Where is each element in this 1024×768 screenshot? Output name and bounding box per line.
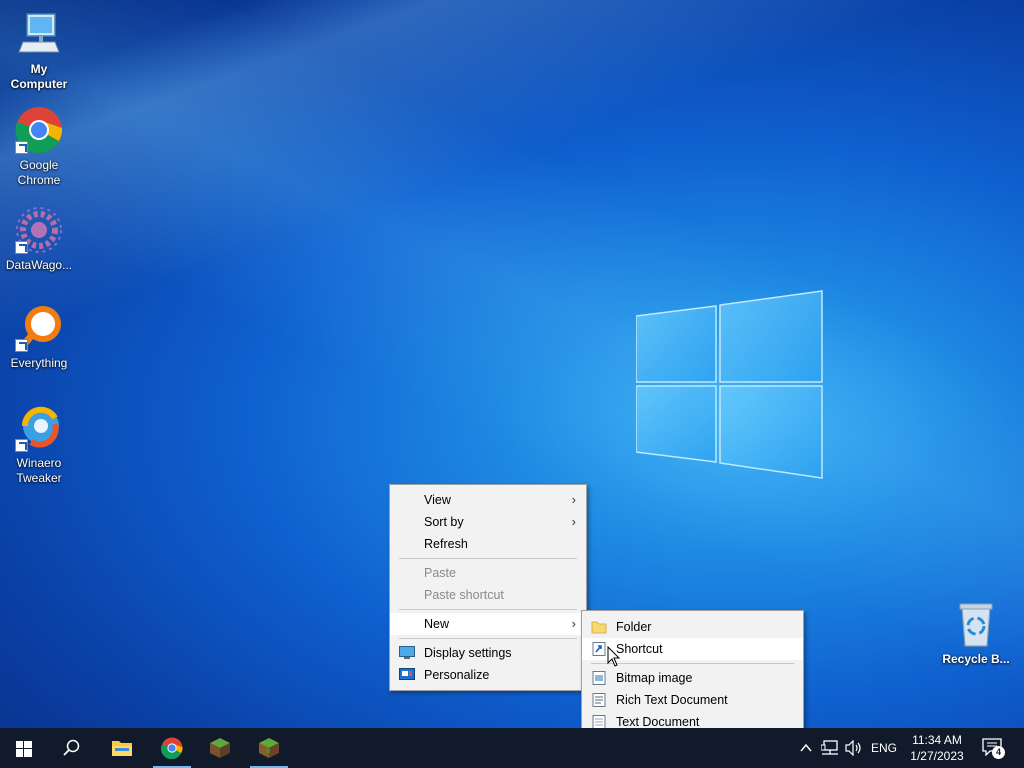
rich-text-file-icon bbox=[592, 693, 606, 707]
submenu-item-folder[interactable]: Folder bbox=[582, 616, 803, 638]
start-button[interactable] bbox=[0, 728, 48, 768]
menu-item-sort-by[interactable]: Sort by › bbox=[390, 511, 586, 533]
text-file-icon bbox=[592, 715, 606, 729]
display-icon bbox=[399, 646, 415, 659]
chevron-right-icon: › bbox=[571, 616, 576, 631]
taskbar-chrome[interactable] bbox=[149, 728, 195, 768]
menu-divider bbox=[399, 558, 577, 559]
clock[interactable]: 11:34 AM 1/27/2023 bbox=[904, 732, 970, 764]
menu-item-personalize[interactable]: Personalize bbox=[390, 664, 586, 686]
computer-icon bbox=[15, 10, 63, 58]
new-submenu: Folder Shortcut Bitmap image Rich Text D… bbox=[581, 610, 804, 738]
shortcut-arrow-icon bbox=[15, 241, 28, 254]
desktop-icon-google-chrome[interactable]: Google Chrome bbox=[1, 106, 77, 188]
language-indicator[interactable]: ENG bbox=[871, 741, 897, 755]
desktop-icon-datawagon[interactable]: DataWago... bbox=[1, 206, 77, 273]
menu-divider bbox=[591, 663, 794, 664]
shortcut-arrow-icon bbox=[15, 141, 28, 154]
taskbar-minecraft-2[interactable] bbox=[246, 728, 292, 768]
folder-icon bbox=[591, 621, 607, 634]
menu-divider bbox=[399, 638, 577, 639]
desktop-icon-recycle-bin[interactable]: Recycle B... bbox=[936, 600, 1016, 667]
windows-logo-wallpaper bbox=[636, 290, 823, 479]
search-icon bbox=[63, 739, 80, 756]
file-explorer-icon bbox=[112, 741, 132, 756]
submenu-item-bitmap-image[interactable]: Bitmap image bbox=[582, 667, 803, 689]
action-center-button[interactable]: 4 bbox=[982, 738, 1006, 760]
taskbar-minecraft-1[interactable] bbox=[197, 728, 243, 768]
search-button[interactable] bbox=[48, 728, 96, 768]
menu-item-display-settings[interactable]: Display settings bbox=[390, 642, 586, 664]
everything-search-icon bbox=[15, 304, 63, 352]
grass-block-icon bbox=[259, 738, 279, 758]
menu-divider bbox=[399, 609, 577, 610]
desktop-icon-winaero-tweaker[interactable]: Winaero Tweaker bbox=[1, 404, 77, 486]
shortcut-arrow-icon bbox=[15, 339, 28, 352]
volume-icon[interactable] bbox=[845, 740, 863, 756]
taskbar-file-explorer[interactable] bbox=[99, 728, 145, 768]
shortcut-arrow-icon bbox=[15, 439, 28, 452]
chrome-icon bbox=[161, 737, 183, 759]
desktop-icon-everything[interactable]: Everything bbox=[1, 304, 77, 371]
desktop-context-menu: View › Sort by › Refresh Paste Paste sho… bbox=[389, 484, 587, 691]
chevron-right-icon: › bbox=[571, 492, 576, 507]
mouse-cursor-icon bbox=[607, 646, 621, 667]
submenu-item-rich-text-document[interactable]: Rich Text Document bbox=[582, 689, 803, 711]
chrome-icon bbox=[15, 106, 63, 154]
clock-date: 1/27/2023 bbox=[910, 749, 964, 763]
menu-item-paste: Paste bbox=[424, 566, 456, 580]
clock-time: 11:34 AM bbox=[912, 733, 962, 747]
desktop-icon-my-computer[interactable]: My Computer bbox=[1, 10, 77, 92]
network-icon[interactable] bbox=[821, 740, 839, 756]
taskbar: ENG 11:34 AM 1/27/2023 4 bbox=[0, 728, 1024, 768]
grass-block-icon bbox=[210, 738, 230, 758]
menu-item-refresh[interactable]: Refresh bbox=[390, 533, 586, 555]
winaero-tweaker-icon bbox=[15, 404, 63, 452]
menu-item-new[interactable]: New › bbox=[390, 613, 586, 635]
windows-start-icon bbox=[16, 741, 32, 757]
chevron-up-icon[interactable] bbox=[799, 741, 813, 755]
chevron-right-icon: › bbox=[571, 514, 576, 529]
datawagon-icon bbox=[15, 206, 63, 254]
notification-count-badge: 4 bbox=[992, 746, 1005, 759]
shortcut-icon bbox=[592, 642, 606, 656]
personalize-icon bbox=[399, 668, 415, 680]
recycle-bin-icon bbox=[952, 600, 1000, 648]
menu-item-paste-shortcut: Paste shortcut bbox=[424, 588, 504, 602]
menu-item-view[interactable]: View › bbox=[390, 489, 586, 511]
bitmap-file-icon bbox=[592, 671, 606, 685]
